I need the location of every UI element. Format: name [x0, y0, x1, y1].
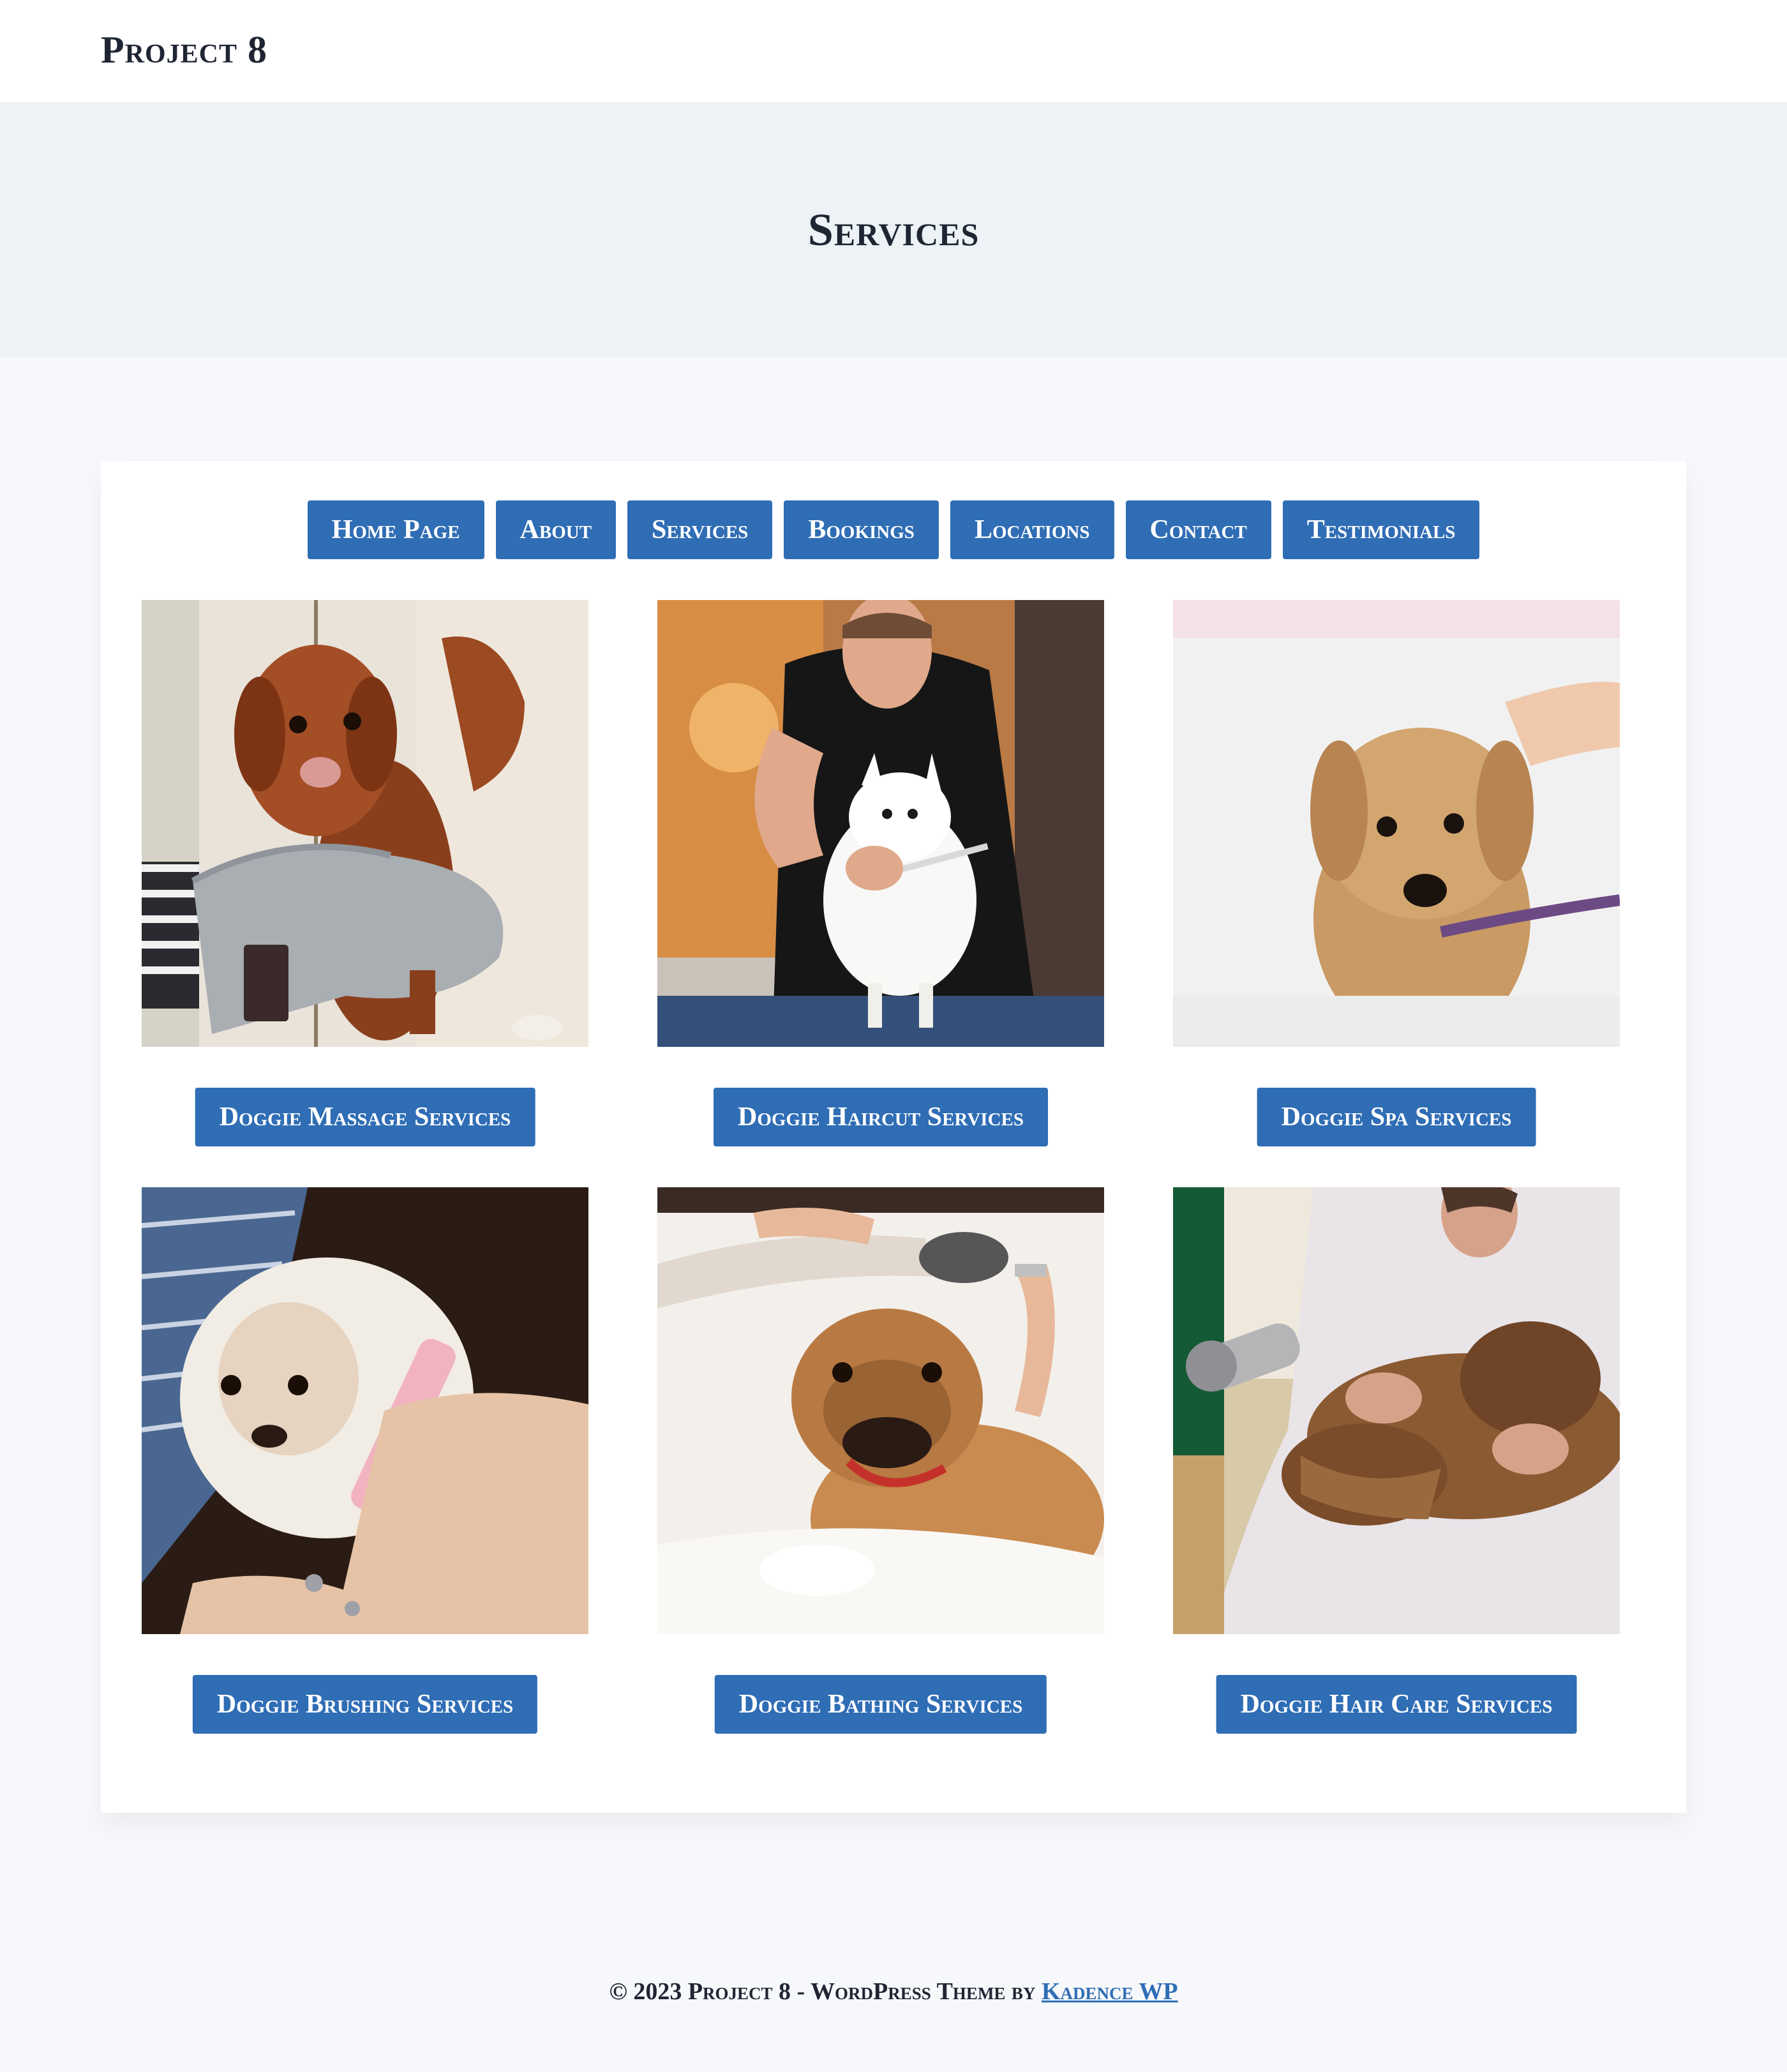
site-title[interactable]: Project 8 [101, 24, 267, 75]
doggie-spa-services-button[interactable]: Doggie Spa Services [1257, 1088, 1536, 1146]
dog-paw-glove-photo [142, 600, 588, 1047]
nav-locations-button[interactable]: Locations [950, 500, 1114, 559]
nav-services-button[interactable]: Services [627, 500, 773, 559]
nav-contact-button[interactable]: Contact [1125, 500, 1271, 559]
fluffy-dog-brush-photo [142, 1187, 588, 1634]
page-title: Services [807, 204, 980, 255]
footer-copyright: © 2023 Project 8 - WordPress Theme by [609, 1978, 1042, 2005]
blow-dry-dog-photo [1173, 1187, 1620, 1634]
groomer-combing-dog-photo [657, 600, 1104, 1047]
doggie-bathing-services-button[interactable]: Doggie Bathing Services [714, 1675, 1047, 1734]
site-footer: © 2023 Project 8 - WordPress Theme by Ka… [0, 1972, 1787, 2011]
site-header: Project 8 [0, 0, 1787, 102]
nav-about-button[interactable]: About [495, 500, 617, 559]
nav-testimonials-button[interactable]: Testimonials [1282, 500, 1480, 559]
doggie-massage-services-button[interactable]: Doggie Massage Services [195, 1088, 535, 1146]
bulldog-bath-photo [657, 1187, 1104, 1634]
page-nav: Home Page About Services Bookings Locati… [101, 500, 1686, 559]
content-card: Home Page About Services Bookings Locati… [101, 461, 1686, 1813]
wet-terrier-photo [1173, 600, 1620, 1047]
kadence-wp-link[interactable]: Kadence WP [1042, 1978, 1178, 2005]
page-hero: Services [0, 102, 1787, 357]
doggie-brushing-services-button[interactable]: Doggie Brushing Services [192, 1675, 538, 1734]
nav-home-page-button[interactable]: Home Page [307, 500, 484, 559]
doggie-hair-care-services-button[interactable]: Doggie Hair Care Services [1216, 1675, 1577, 1734]
nav-bookings-button[interactable]: Bookings [784, 500, 939, 559]
doggie-haircut-services-button[interactable]: Doggie Haircut Services [714, 1088, 1048, 1146]
